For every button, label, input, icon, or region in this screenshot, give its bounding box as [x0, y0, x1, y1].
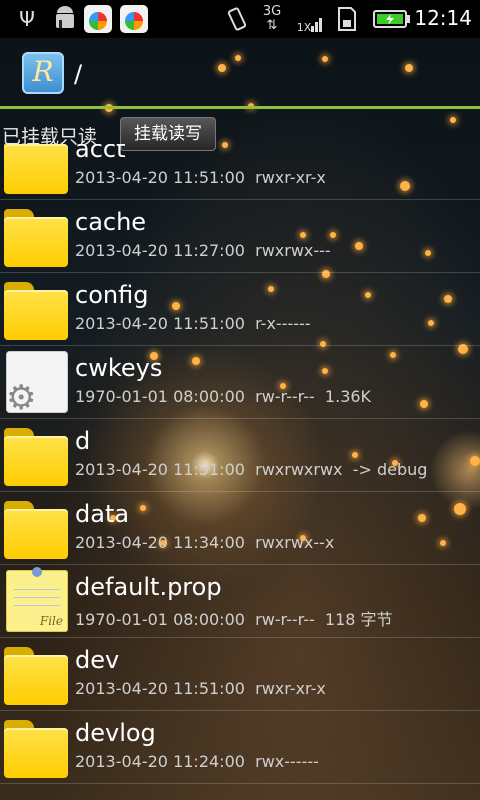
signal-icon: 1X: [294, 4, 328, 34]
usb-icon: Ψ: [19, 7, 35, 31]
app-notification-icon: [120, 5, 148, 33]
file-row[interactable]: d 2013-04-20 11:51:00 rwxrwxrwx -> debug: [0, 419, 480, 492]
file-permissions: r-x------: [255, 314, 311, 333]
file-meta: 2013-04-20 11:51:00 rwxr-xr-x: [75, 168, 336, 187]
file-date: 1970-01-01 08:00:00: [75, 610, 245, 629]
folder-icon: [4, 716, 68, 778]
file-permissions: rwxr-xr-x: [255, 168, 326, 187]
file-extra: -> debug: [352, 460, 428, 479]
text-file-icon: File: [4, 567, 68, 632]
file-permissions: rwxrwxrwx: [255, 460, 343, 479]
file-date: 2013-04-20 11:51:00: [75, 460, 245, 479]
file-name: config: [75, 281, 149, 309]
file-name: acct: [75, 144, 126, 163]
file-permissions: rw-r--r--: [255, 387, 315, 406]
file-date: 1970-01-01 08:00:00: [75, 387, 245, 406]
file-name: cache: [75, 208, 147, 236]
file-meta: 2013-04-20 11:51:00 rwxr-xr-x: [75, 679, 336, 698]
file-date: 2013-04-20 11:51:00: [75, 314, 245, 333]
file-extra: 1.36K: [324, 387, 372, 406]
file-date: 2013-04-20 11:24:00: [75, 752, 245, 771]
file-row[interactable]: ⚙ cwkeys 1970-01-01 08:00:00 rw-r--r-- 1.3…: [0, 346, 480, 419]
app-notification-icon: [84, 5, 112, 33]
file-name: data: [75, 500, 130, 528]
file-meta: 1970-01-01 08:00:00 rw-r--r-- 1.36K: [75, 387, 371, 406]
folder-icon: [4, 144, 68, 194]
file-date: 2013-04-20 11:51:00: [75, 679, 245, 698]
network-3g-icon: 3G ⇅: [262, 4, 282, 33]
file-row[interactable]: config 2013-04-20 11:51:00 r-x------: [0, 273, 480, 346]
file-meta: 2013-04-20 11:34:00 rwxrwx--x: [75, 533, 345, 552]
file-date: 2013-04-20 11:34:00: [75, 533, 245, 552]
folder-icon: [4, 278, 68, 340]
battery-charging-icon: [372, 4, 412, 34]
app-icon[interactable]: R: [22, 52, 64, 94]
folder-icon: [4, 205, 68, 267]
file-meta: 1970-01-01 08:00:00 rw-r--r-- 118 字节: [75, 606, 393, 630]
file-meta: 2013-04-20 11:51:00 rwxrwxrwx -> debug: [75, 460, 427, 479]
file-date: 2013-04-20 11:51:00: [75, 168, 245, 187]
file-name: d: [75, 427, 91, 455]
folder-icon: [4, 424, 68, 486]
file-name: dev: [75, 646, 120, 674]
file-row[interactable]: acct 2013-04-20 11:51:00 rwxr-xr-x: [0, 144, 480, 200]
file-meta: 2013-04-20 11:51:00 r-x------: [75, 314, 321, 333]
android-debug-icon: [52, 4, 78, 34]
file-permissions: rwxr-xr-x: [255, 679, 326, 698]
file-name: default.prop: [75, 573, 222, 601]
file-permissions: rw-r--r--: [255, 610, 315, 629]
folder-icon: [4, 497, 68, 559]
file-row[interactable]: data 2013-04-20 11:34:00 rwxrwx--x: [0, 492, 480, 565]
status-bar: Ψ 3G ⇅ 1X 12:14: [0, 0, 480, 38]
folder-icon: [4, 643, 68, 705]
file-extra: 118 字节: [324, 610, 393, 629]
file-name: devlog: [75, 719, 156, 747]
file-row[interactable]: dev 2013-04-20 11:51:00 rwxr-xr-x: [0, 638, 480, 711]
file-meta: 2013-04-20 11:24:00 rwx------: [75, 752, 329, 771]
app-icon-letter: R: [32, 55, 54, 88]
app-header: R /: [0, 38, 480, 108]
file-meta: 2013-04-20 11:27:00 rwxrwx---: [75, 241, 341, 260]
file-list: acct 2013-04-20 11:51:00 rwxr-xr-x cache 2…: [0, 144, 480, 800]
signal-label: 1X: [296, 21, 312, 34]
clock: 12:14: [414, 6, 472, 30]
header-divider: [0, 106, 480, 109]
file-row[interactable]: devlog 2013-04-20 11:24:00 rwx------: [0, 711, 480, 784]
sd-card-icon: [332, 4, 360, 34]
current-path: /: [74, 60, 83, 88]
file-permissions: rwxrwx---: [255, 241, 331, 260]
vibrate-icon: [224, 4, 250, 34]
file-date: 2013-04-20 11:27:00: [75, 241, 245, 260]
settings-file-icon: ⚙: [4, 351, 68, 415]
file-row[interactable]: cache 2013-04-20 11:27:00 rwxrwx---: [0, 200, 480, 273]
file-permissions: rwxrwx--x: [255, 533, 335, 552]
network-label: 3G: [262, 4, 282, 19]
file-row[interactable]: File default.prop 1970-01-01 08:00:00 rw-r…: [0, 565, 480, 638]
file-name: cwkeys: [75, 354, 163, 382]
file-permissions: rwx------: [255, 752, 319, 771]
file-icon-tag: File: [39, 614, 63, 628]
